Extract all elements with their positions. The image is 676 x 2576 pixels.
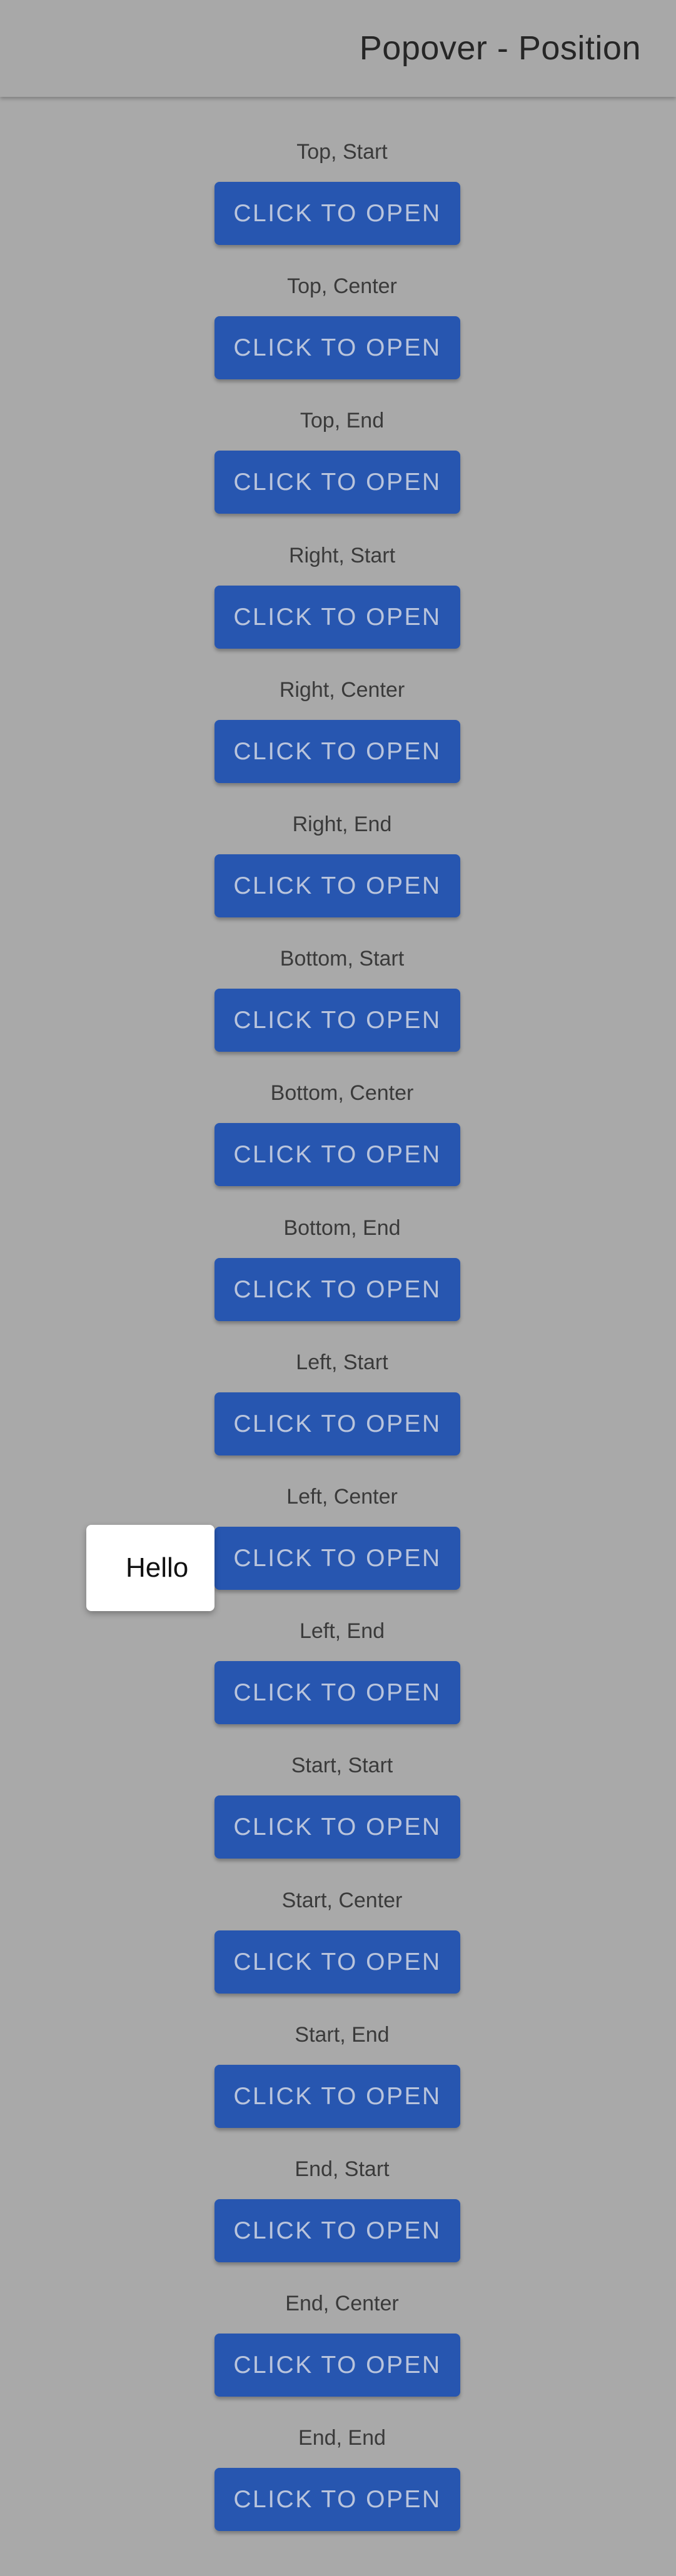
row-end-start: End, Start CLICK TO OPEN [0,2155,676,2289]
click-to-open-button[interactable]: CLICK TO OPEN [214,182,460,245]
row-label: Start, End [295,2023,390,2047]
row-right-start: Right, Start CLICK TO OPEN [0,541,676,676]
row-top-end: Top, End CLICK TO OPEN [0,406,676,541]
row-label: Top, End [300,409,385,432]
row-start-center: Start, Center CLICK TO OPEN [0,1886,676,2020]
click-to-open-button[interactable]: CLICK TO OPEN [214,2065,460,2128]
row-label: Bottom, Center [270,1081,414,1105]
click-to-open-button[interactable]: CLICK TO OPEN [214,854,460,917]
row-label: Bottom, End [283,1216,401,1240]
click-to-open-button[interactable]: CLICK TO OPEN [214,1795,460,1859]
click-to-open-button[interactable]: CLICK TO OPEN [214,316,460,379]
click-to-open-button[interactable]: CLICK TO OPEN [214,2334,460,2397]
row-label: Start, Start [291,1754,393,1777]
click-to-open-button[interactable]: CLICK TO OPEN [214,1661,460,1724]
row-label: Left, Start [296,1350,388,1374]
click-to-open-button[interactable]: CLICK TO OPEN [214,2199,460,2262]
row-label: Right, End [292,812,392,836]
row-start-start: Start, Start CLICK TO OPEN [0,1751,676,1885]
row-end-end: End, End CLICK TO OPEN [0,2424,676,2558]
row-label: End, Center [285,2292,399,2315]
click-to-open-button[interactable]: CLICK TO OPEN [214,586,460,649]
click-to-open-button[interactable]: CLICK TO OPEN [214,451,460,514]
row-bottom-center: Bottom, Center CLICK TO OPEN [0,1079,676,1213]
click-to-open-button[interactable]: CLICK TO OPEN [214,720,460,783]
click-to-open-button[interactable]: CLICK TO OPEN [214,1123,460,1186]
click-to-open-button[interactable]: CLICK TO OPEN [214,2468,460,2531]
popover-position-list: Top, Start CLICK TO OPEN Top, Center CLI… [0,0,676,2576]
click-to-open-button[interactable]: CLICK TO OPEN [214,1392,460,1455]
row-label: Right, Center [279,678,405,702]
click-to-open-button[interactable]: CLICK TO OPEN [214,1527,460,1590]
row-label: Start, Center [281,1889,403,1912]
row-bottom-start: Bottom, Start CLICK TO OPEN [0,944,676,1079]
popover: Hello [86,1525,214,1611]
row-label: End, Start [295,2157,390,2181]
row-label: Top, Center [287,274,397,298]
row-end-center: End, Center CLICK TO OPEN [0,2289,676,2424]
row-label: Left, Center [286,1485,398,1509]
click-to-open-button[interactable]: CLICK TO OPEN [214,989,460,1052]
row-label: Left, End [299,1619,385,1643]
click-to-open-button[interactable]: CLICK TO OPEN [214,1930,460,1994]
click-to-open-button[interactable]: CLICK TO OPEN [214,1258,460,1321]
row-bottom-end: Bottom, End CLICK TO OPEN [0,1214,676,1348]
row-label: Top, Start [296,140,388,164]
row-top-center: Top, Center CLICK TO OPEN [0,272,676,406]
row-left-start: Left, Start CLICK TO OPEN [0,1348,676,1482]
page-title: Popover - Position [359,29,641,67]
row-label: End, End [298,2426,386,2450]
row-right-end: Right, End CLICK TO OPEN [0,810,676,944]
row-label: Bottom, Start [280,947,405,971]
row-start-end: Start, End CLICK TO OPEN [0,2020,676,2155]
toolbar: Popover - Position [0,0,676,97]
row-left-end: Left, End CLICK TO OPEN [0,1617,676,1751]
popover-text: Hello [126,1552,189,1583]
row-right-center: Right, Center CLICK TO OPEN [0,676,676,810]
row-top-start: Top, Start CLICK TO OPEN [0,137,676,272]
row-label: Right, Start [288,544,396,567]
